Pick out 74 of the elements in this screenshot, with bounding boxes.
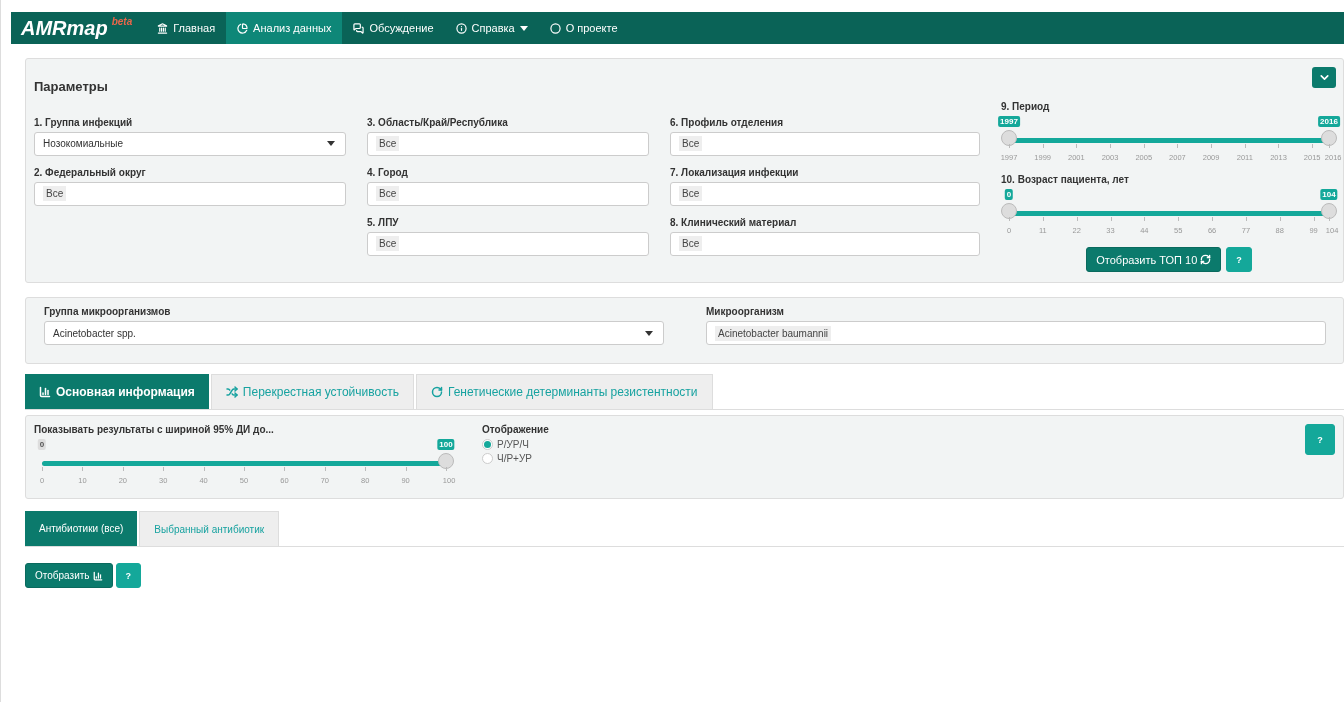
input-field[interactable]: Все (34, 181, 346, 206)
radio-option[interactable]: Р/УР/Ч (482, 439, 549, 450)
tag: Все (679, 136, 703, 151)
value-label: 2016 (1318, 116, 1340, 127)
show-button[interactable]: Отобразить (25, 563, 113, 588)
panel-title: Параметры (34, 79, 109, 96)
slider-label: 10. Возраст пациента, лет (1001, 174, 1130, 185)
signal-bars-icon (39, 385, 51, 398)
refresh-icon (1200, 254, 1212, 265)
field-label: 4. Город (367, 166, 409, 178)
tag: Все (43, 186, 67, 201)
radio-button[interactable] (482, 439, 493, 450)
collapse-button[interactable] (1312, 67, 1336, 88)
input-field[interactable]: Acinetobacter baumannii (706, 321, 1326, 345)
pie-chart-icon (237, 22, 249, 34)
min-label: 0 (37, 439, 47, 450)
slider-handle[interactable] (438, 453, 454, 469)
signal-bars-icon (92, 570, 103, 581)
value-label: 104 (1320, 189, 1338, 200)
logo[interactable]: AMRmap $^{beta}$ (21, 12, 147, 44)
radio-button[interactable] (482, 453, 493, 464)
select-field[interactable]: Нозокомиальные (34, 131, 346, 156)
field-label: Группа микроорганизмов (44, 306, 172, 317)
nav-item[interactable]: Обсуждение (342, 12, 445, 44)
radio-option[interactable]: Ч/Р+УР (482, 453, 549, 464)
slider-label: Показывать результаты с шириной 95% ДИ до... (34, 424, 275, 435)
field-label: 6. Профиль отделения (670, 116, 785, 128)
tag: Acinetobacter baumannii (715, 325, 832, 341)
caret-icon (327, 141, 335, 146)
nav-item[interactable]: О проекте (538, 12, 629, 44)
tag: Все (376, 236, 400, 251)
input-field[interactable]: Все (670, 231, 980, 256)
tag: Все (376, 136, 400, 151)
nav-item[interactable]: Анализ данных (226, 12, 343, 44)
field-label: 8. Клинический материал (670, 216, 798, 228)
input-field[interactable]: Все (367, 181, 649, 206)
value-label: 0 (1004, 189, 1014, 200)
value-label: 100 (437, 439, 455, 450)
shuffle-icon (225, 386, 238, 398)
field-label: 2. Федеральный округ (34, 166, 147, 178)
tab[interactable]: Антибиотики (все) (25, 511, 138, 546)
landmark-icon (157, 22, 169, 34)
tag: Все (679, 236, 703, 251)
select-field[interactable]: Acinetobacter spp. (44, 321, 664, 345)
nav-item[interactable]: Справка (444, 12, 539, 44)
slider-label: 9. Период (1001, 101, 1051, 112)
input-field[interactable]: Все (367, 131, 649, 156)
caret-icon (645, 330, 653, 336)
tab[interactable]: Основная информация (25, 374, 209, 409)
field-label: 5. ЛПУ (367, 216, 400, 228)
field-label: 7. Локализация инфекции (670, 166, 800, 178)
field-label: Микроорганизм (706, 306, 785, 317)
group-label: Отображение (482, 424, 549, 435)
select-value: Acinetobacter spp. (53, 327, 136, 339)
info-icon (455, 22, 467, 34)
chat-bubbles-icon (353, 22, 365, 34)
field-label: 1. Группа инфекций (34, 116, 134, 128)
value-label: 1997 (998, 116, 1020, 127)
circular-arrow-icon (430, 386, 443, 398)
slider-handle[interactable] (1321, 130, 1337, 146)
tag: Все (679, 186, 703, 201)
input-field[interactable]: Все (670, 131, 980, 156)
slider-handle[interactable] (1321, 203, 1337, 219)
slider-handle[interactable] (1001, 203, 1017, 219)
input-field[interactable]: Все (670, 181, 980, 206)
beta-label: beta (111, 16, 133, 27)
field-label: 3. Область/Край/Республика (367, 116, 509, 128)
select-value: Нозокомиальные (43, 138, 124, 149)
top-10-button[interactable]: Отобразить ТОП 10 (1086, 247, 1222, 272)
slider-handle[interactable] (1001, 130, 1017, 146)
nav-item[interactable]: Главная (146, 12, 227, 44)
input-field[interactable]: Все (367, 231, 649, 256)
tag: Все (376, 186, 400, 201)
circle-icon (549, 22, 561, 34)
